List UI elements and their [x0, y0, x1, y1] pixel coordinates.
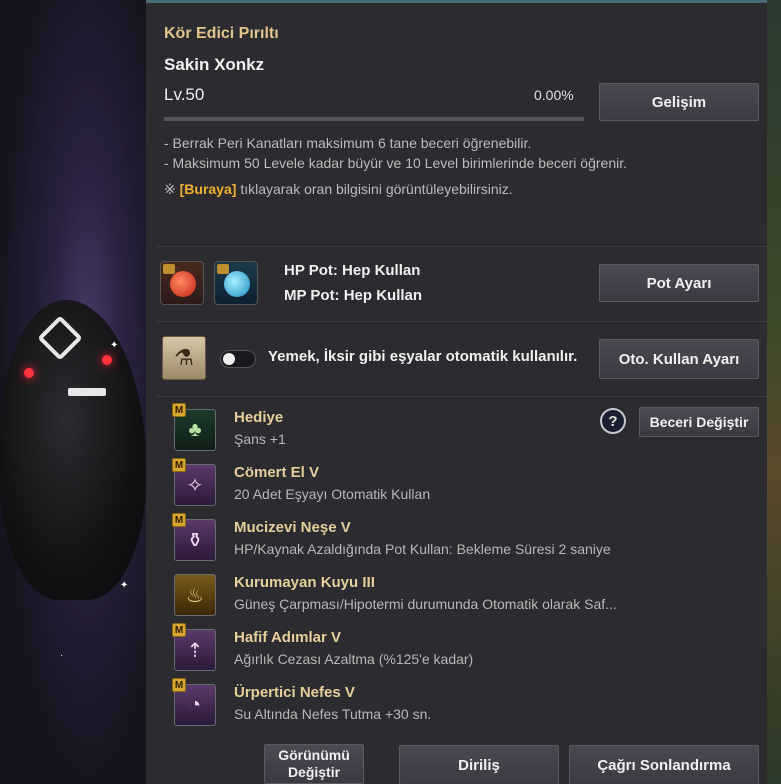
mp-potion-icon[interactable] [214, 261, 258, 305]
master-badge: M [172, 513, 186, 527]
dismiss-button[interactable]: Çağrı Sonlandırma [569, 745, 759, 784]
auto-use-text: Yemek, İksir gibi eşyalar otomatik kulla… [268, 348, 578, 365]
skill-name: Mucizevi Neşe V [234, 519, 351, 536]
divider [156, 396, 767, 397]
divider [156, 321, 767, 322]
revive-button[interactable]: Diriliş [399, 745, 559, 784]
skill-desc: Şans +1 [234, 431, 286, 447]
hp-potion-icon[interactable] [160, 261, 204, 305]
change-appearance-label-2: Değiştir [287, 764, 341, 780]
rate-info-link[interactable]: [Buraya] [180, 181, 237, 197]
pet-mouth [68, 388, 106, 396]
skill-item[interactable]: M ♣ Hediye Şans +1 [172, 403, 732, 451]
pet-title: Kör Edici Pırıltı [164, 25, 279, 42]
pet-eye-right [102, 355, 112, 365]
skill-desc: Güneş Çarpması/Hipotermi durumunda Otoma… [234, 596, 617, 612]
master-badge: M [172, 623, 186, 637]
skill-name: Kurumayan Kuyu III [234, 574, 375, 591]
master-badge: M [172, 403, 186, 417]
bowl-icon: ♨ [174, 574, 216, 616]
auto-use-toggle[interactable] [220, 350, 256, 368]
master-badge: M [172, 678, 186, 692]
skill-item[interactable]: M ✧ Cömert El V 20 Adet Eşyayı Otomatik … [172, 458, 732, 506]
change-appearance-label-1: Görünümü [278, 747, 350, 763]
skill-item[interactable]: M ⚱ Mucizevi Neşe V HP/Kaynak Azaldığınd… [172, 513, 732, 561]
skill-item[interactable]: M ⇡ Hafif Adımlar V Ağırlık Cezası Azalt… [172, 623, 732, 671]
reference-mark: ※ [164, 181, 176, 197]
sparkle-icon: · [60, 650, 64, 661]
sparkle-icon: ✦ [110, 340, 119, 351]
background-scenery [767, 0, 781, 784]
mp-potion-setting: MP Pot: Hep Kullan [284, 287, 423, 304]
pet-info-panel: Kör Edici Pırıltı Sakin Xonkz Lv.50 0.00… [146, 0, 767, 784]
upgrade-button[interactable]: Gelişim [599, 83, 759, 121]
skill-desc: HP/Kaynak Azaldığında Pot Kullan: Beklem… [234, 541, 611, 557]
pet-name: Sakin Xonkz [164, 55, 265, 74]
info-line-skill-limit: - Berrak Peri Kanatları maksimum 6 tane … [164, 135, 532, 151]
skill-name: Ürpertici Nefes V [234, 684, 355, 701]
info-line-level-limit: - Maksimum 50 Levele kadar büyür ve 10 L… [164, 155, 627, 171]
xp-percent: 0.00% [534, 87, 574, 103]
skill-desc: 20 Adet Eşyayı Otomatik Kullan [234, 486, 431, 502]
skill-desc: Su Altında Nefes Tutma +30 sn. [234, 706, 432, 722]
divider [156, 246, 767, 247]
pet-character [0, 300, 146, 600]
sparkle-icon: ✦ [120, 580, 129, 591]
change-appearance-button[interactable]: Görünümü Değiştir [264, 744, 364, 784]
auto-use-potion-icon: ⚗ [162, 336, 206, 380]
pet-portrait: ✦ ✦ · [0, 0, 146, 784]
skill-desc: Ağırlık Cezası Azaltma (%125'e kadar) [234, 651, 474, 667]
skill-item[interactable]: ♨ Kurumayan Kuyu III Güneş Çarpması/Hipo… [172, 568, 732, 616]
skill-name: Hediye [234, 409, 284, 426]
hp-potion-setting: HP Pot: Hep Kullan [284, 262, 421, 279]
skill-name: Cömert El V [234, 464, 320, 481]
skill-name: Hafif Adımlar V [234, 629, 341, 646]
auto-use-settings-button[interactable]: Oto. Kullan Ayarı [599, 339, 759, 379]
potion-settings-button[interactable]: Pot Ayarı [599, 264, 759, 302]
pet-emblem-icon [37, 315, 83, 361]
master-badge: M [172, 458, 186, 472]
skill-item[interactable]: M ◔ Ürpertici Nefes V Su Altında Nefes T… [172, 678, 732, 726]
pet-eye-left [24, 368, 34, 378]
rate-info-text: tıklayarak oran bilgisini görüntüleyebil… [240, 181, 513, 197]
xp-bar [164, 117, 584, 121]
info-line-rate: ※ [Buraya] tıklayarak oran bilgisini gör… [164, 181, 513, 198]
pet-level: Lv.50 [164, 85, 205, 104]
